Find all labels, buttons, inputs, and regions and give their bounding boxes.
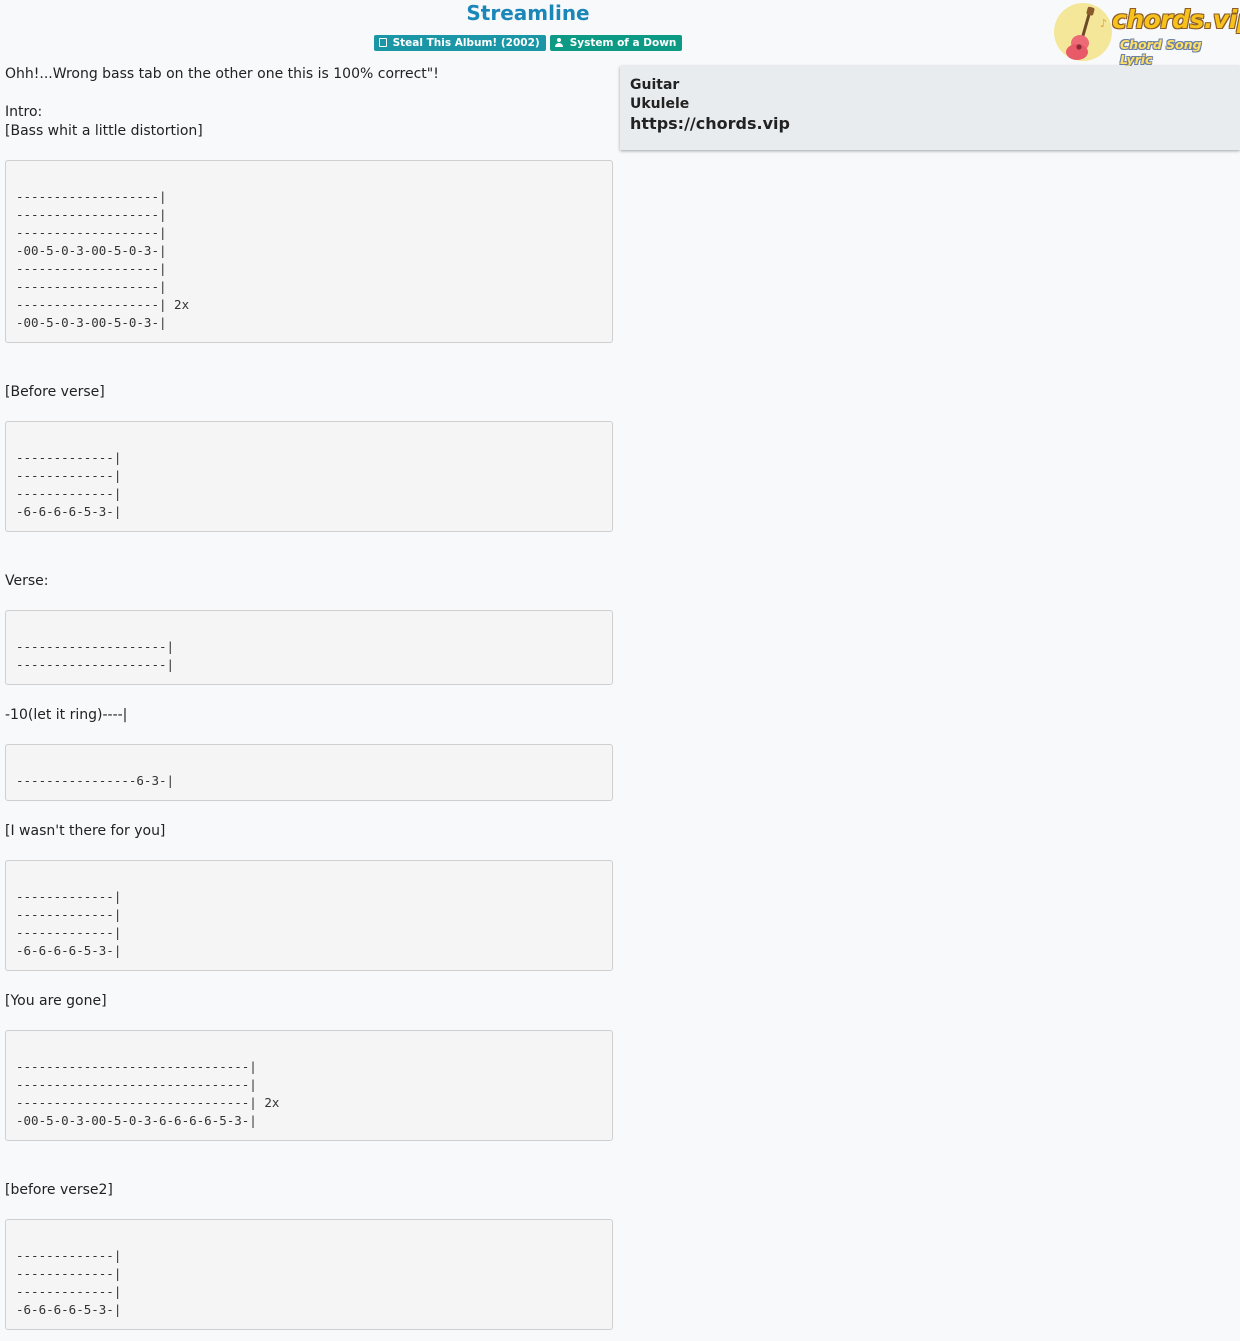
sidebar-item-guitar[interactable]: Guitar — [630, 76, 1230, 95]
svg-text:♪: ♪ — [1100, 17, 1107, 30]
artist-label: System of a Down — [569, 37, 677, 49]
section-verse: Verse: — [5, 573, 49, 589]
artist-badge[interactable]: System of a Down — [549, 35, 683, 51]
song-badges: Steal This Album! (2002) System of a Down — [0, 35, 1056, 51]
logo-text: chords.vip — [1112, 5, 1240, 34]
tab-block-verse-end: ----------------6-3-| — [5, 744, 613, 801]
header: Streamline Steal This Album! (2002) Syste… — [0, 0, 1240, 67]
intro-note: Ohh!...Wrong bass tab on the other one t… — [5, 66, 439, 82]
sidebar-item-ukulele[interactable]: Ukulele — [630, 95, 1230, 114]
site-url-link[interactable]: https://chords.vip — [630, 114, 1230, 134]
section-before-verse: [Before verse] — [5, 384, 105, 400]
tab-block-intro: -------------------| -------------------… — [5, 160, 613, 343]
let-it-ring-line: -10(let it ring)----| — [5, 707, 128, 723]
tab-block-before-verse: -------------| -------------| ----------… — [5, 421, 613, 532]
song-title[interactable]: Streamline — [0, 1, 1056, 25]
section-before-verse2: [before verse2] — [5, 1182, 113, 1198]
tab-block-wasnt-there: -------------| -------------| ----------… — [5, 860, 613, 971]
guitar-icon: ♪ — [1066, 6, 1107, 60]
section-you-are-gone: [You are gone] — [5, 993, 107, 1009]
instrument-sidebar: Guitar Ukulele https://chords.vip — [620, 66, 1240, 150]
section-wasnt-there: [I wasn't there for you] — [5, 823, 166, 839]
tab-block-before-verse2: -------------| -------------| ----------… — [5, 1219, 613, 1330]
logo-subtitle: Chord Song Lyric — [1120, 37, 1202, 67]
site-logo[interactable]: ♪ chords.vip Chord Song Lyric — [1054, 3, 1240, 67]
user-icon — [554, 37, 564, 47]
tab-block-you-are-gone: -------------------------------| -------… — [5, 1030, 613, 1141]
tab-block-verse: --------------------| ------------------… — [5, 610, 613, 685]
album-label: Steal This Album! (2002) — [392, 37, 540, 49]
book-icon — [378, 37, 387, 47]
intro-subtitle: [Bass whit a little distortion] — [5, 123, 203, 139]
intro-label: Intro: — [5, 104, 43, 120]
album-badge[interactable]: Steal This Album! (2002) — [373, 35, 546, 51]
